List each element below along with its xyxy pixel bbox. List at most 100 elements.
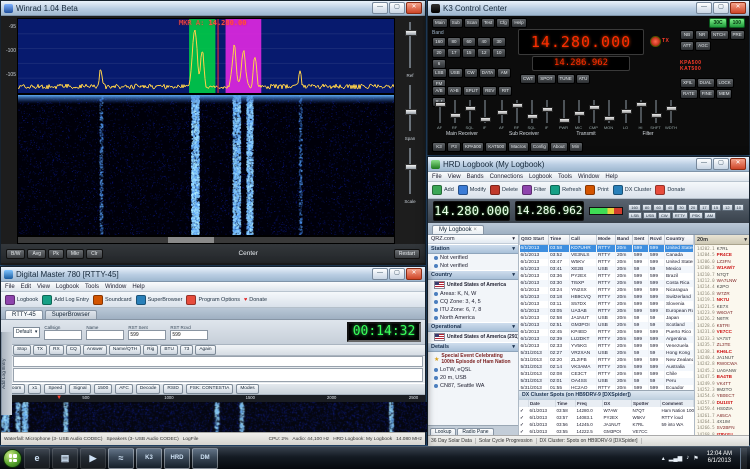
toolbar-program-options[interactable]: Program Options (186, 295, 240, 305)
logbook-minimize-button[interactable]: — (696, 158, 712, 170)
taskbar-app-ie[interactable]: e (24, 448, 50, 469)
k3-slider-shft[interactable]: SHFT (650, 100, 661, 130)
k3-mid-tune-button[interactable]: TUNE (557, 74, 575, 84)
k3-band-30-button[interactable]: 30 (492, 37, 506, 47)
toolbar-delete[interactable]: Delete (490, 185, 518, 195)
sidebar-section-header[interactable]: Operational▾ (428, 322, 518, 332)
k3-slider-rf[interactable]: RF (511, 100, 522, 130)
mode-rtty-button[interactable]: RTTY (672, 212, 688, 219)
macro-set-combo[interactable]: Default▾ (13, 327, 40, 338)
band-20-button[interactable]: 20 (688, 204, 698, 211)
sidebar-section-header[interactable]: Station▾ (428, 244, 518, 254)
k3-top-test-button[interactable]: Test (481, 18, 495, 28)
tray-up-arrow-icon[interactable]: ▴ (662, 455, 665, 462)
k3-badge-100[interactable]: 100 (729, 18, 745, 28)
menu-help[interactable]: Help (132, 284, 144, 290)
volume-icon[interactable]: ♪ (686, 455, 689, 461)
k3-slider-af[interactable]: AF (496, 100, 507, 130)
k3-slider-cmp[interactable]: CMP (588, 100, 599, 130)
menu-window[interactable]: Window (578, 174, 599, 180)
waterfall-marker-icon[interactable]: ▼ (56, 395, 62, 401)
k3-mode-cw-button[interactable]: CW (464, 68, 478, 78)
taskbar-app-media[interactable]: ▶ (80, 448, 106, 469)
logbook-titlebar[interactable]: HRD Logbook (My Logbook) — ▢ ✕ (428, 157, 749, 172)
k3-band-160-button[interactable]: 160 (432, 37, 446, 47)
k3-mode-lsb-button[interactable]: LSB (432, 68, 447, 78)
mode-psk-button[interactable]: PSK (689, 212, 703, 219)
cluster-column[interactable]: DX (603, 400, 632, 407)
callsign-field[interactable]: Callsign (44, 325, 82, 340)
taskbar-app-k3[interactable]: K3 (136, 448, 162, 469)
bandmap-header[interactable]: 20m ▾ (695, 235, 749, 245)
wf-1500-control[interactable]: 1500 (94, 384, 113, 394)
sdr-pk-button[interactable]: Pk (48, 249, 64, 259)
k3-vfo-rit-button[interactable]: RIT (498, 86, 512, 96)
log-table-row[interactable]: 6/1/201303:47W5KVRTTY20m599599United Sta… (520, 259, 694, 266)
k3-bottom-kpa500-button[interactable]: KPA500 (462, 142, 484, 152)
k3-bottom-p3-button[interactable]: P3 (447, 142, 461, 152)
wf-rsid-control[interactable]: RSID (163, 384, 182, 394)
k3-maximize-button[interactable]: ▢ (713, 2, 729, 14)
tx-text-area[interactable] (13, 368, 423, 382)
k3-bottom-kat500-button[interactable]: KAT500 (485, 142, 507, 152)
k3-bottom-k3-button[interactable]: K3 (432, 142, 446, 152)
cluster-column[interactable]: Freq (576, 400, 603, 407)
k3-top-sub-button[interactable]: Sub (449, 18, 463, 28)
macro-name-qth-button[interactable]: Name/QTH (109, 345, 141, 355)
k3-rx-agc-button[interactable]: AGC (695, 41, 711, 51)
menu-file[interactable]: File (5, 284, 15, 290)
macro-tx-button[interactable]: TX (33, 345, 47, 355)
band-80-button[interactable]: 80 (642, 204, 652, 211)
k3-slider-if[interactable]: IF (541, 100, 552, 130)
k3-band-40-button[interactable]: 40 (477, 37, 491, 47)
menu-tools[interactable]: Tools (558, 174, 572, 180)
sidebar-section-header[interactable]: Country▾ (428, 270, 518, 280)
mode-cw-button[interactable]: CW (658, 212, 671, 219)
cluster-column[interactable]: Time (556, 400, 576, 407)
k3-rx-nr-button[interactable]: NR (695, 30, 709, 40)
k3-right-mem-button[interactable]: MEM (716, 89, 733, 99)
rx-text-area[interactable] (13, 356, 423, 367)
tab-superbrowser[interactable]: SuperBrowser (45, 310, 97, 319)
macro-btu-button[interactable]: BTU (160, 345, 178, 355)
k3-right-lock-button[interactable]: LOCK (716, 78, 734, 88)
network-icon[interactable]: ▂▄▆ (669, 455, 682, 462)
band-30-button[interactable]: 30 (676, 204, 686, 211)
band-40-button[interactable]: 40 (665, 204, 675, 211)
taskbar-clock[interactable]: 12:04 AM 6/1/2013 (703, 451, 736, 465)
sdr-mkr-button[interactable]: Mkr (66, 249, 84, 259)
log-table-row[interactable]: 6/1/201303:05UA3ABRTTY20m599599European … (520, 308, 694, 315)
k3-bottom-min-button[interactable]: Min (569, 142, 583, 152)
k3-top-scan-button[interactable]: Scan (464, 18, 480, 28)
k3-rx-nb-button[interactable]: NB (680, 30, 694, 40)
logbook-maximize-button[interactable]: ▢ (713, 158, 729, 170)
dm780-minimize-button[interactable]: — (372, 268, 388, 280)
k3-band-12-button[interactable]: 12 (477, 48, 491, 58)
k3-right-xfil-button[interactable]: XFIL (680, 78, 696, 88)
log-table-row[interactable]: 6/1/201303:24YN2SXRTTY20m599599Nicaragua (520, 287, 694, 294)
log-table-row[interactable]: 6/1/201303:18HB9CVQRTTY20m599599Switzerl… (520, 294, 694, 301)
k3-slider-hi[interactable]: HI (635, 100, 646, 130)
log-table-row[interactable]: 5/31/201302:08CE3CTRTTY20m599599Chile (520, 371, 694, 378)
dm780-maximize-button[interactable]: ▢ (389, 268, 405, 280)
k3-bottom-config-button[interactable]: Config (530, 142, 549, 152)
cluster-column[interactable] (519, 400, 529, 407)
add-log-entry-side-tab[interactable]: Add Log Entry (1, 332, 12, 415)
wf-modes-control[interactable]: Modes (236, 384, 258, 394)
k3-band-80-button[interactable]: 80 (447, 37, 461, 47)
dm780-close-button[interactable]: ✕ (406, 268, 422, 280)
cluster-row[interactable]: ✓6/1/201303:5814280.0W7AWN7QTHam Nation … (519, 407, 694, 414)
k3-mid-atu-button[interactable]: ATU (576, 74, 591, 84)
k3-top-main-button[interactable]: Main (432, 18, 448, 28)
sdr-clr-button[interactable]: Clr (86, 249, 102, 259)
band-160-button[interactable]: 160 (628, 204, 641, 211)
k3-band-20-button[interactable]: 20 (432, 48, 446, 58)
bottom-tab-lookup[interactable]: Lookup (430, 428, 456, 435)
macro-rig-button[interactable]: Rig (143, 345, 158, 355)
scale-slider[interactable]: Scale (399, 146, 421, 204)
rst-rcvd-field[interactable]: RST Rcvd599 (170, 325, 208, 340)
toolbar-add[interactable]: Add (432, 185, 454, 195)
taskbar-app-explorer[interactable]: ▤ (52, 448, 78, 469)
log-column-sent[interactable]: Sent (633, 235, 649, 245)
log-table-row[interactable]: 5/31/201302:01OA4SSUSB20m5959Peru (520, 378, 694, 385)
